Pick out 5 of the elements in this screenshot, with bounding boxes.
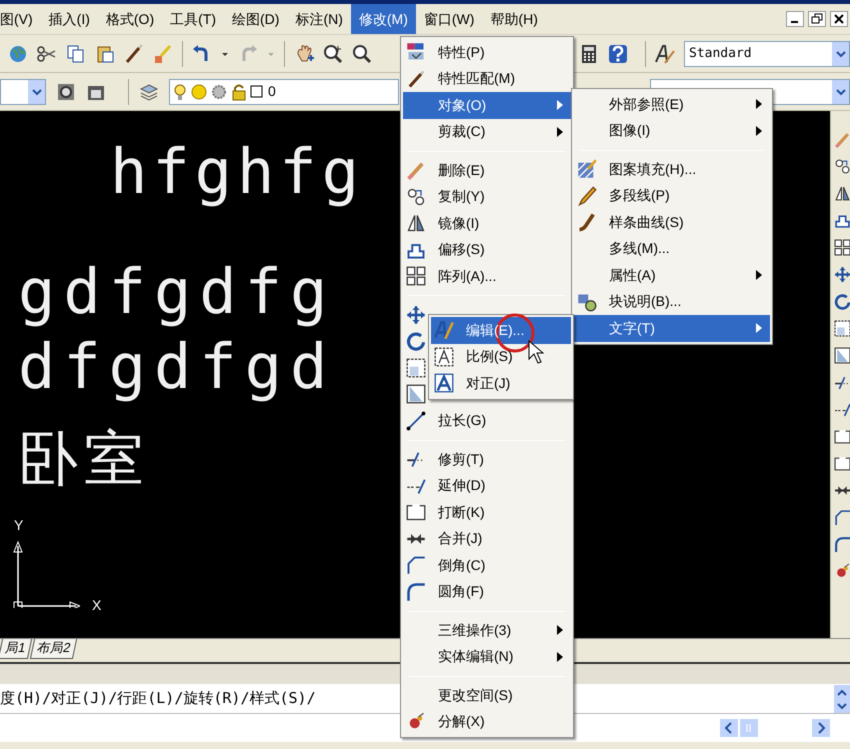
axis-label: Y xyxy=(14,518,24,532)
drawing-text: 卧室 xyxy=(18,429,150,489)
axis-label: X xyxy=(92,598,102,612)
command-line-text: 度(H)/对正(J)/行距(L)/旋转(R)/样式(S)/ xyxy=(0,688,316,710)
layer-name: 0 xyxy=(268,82,276,101)
